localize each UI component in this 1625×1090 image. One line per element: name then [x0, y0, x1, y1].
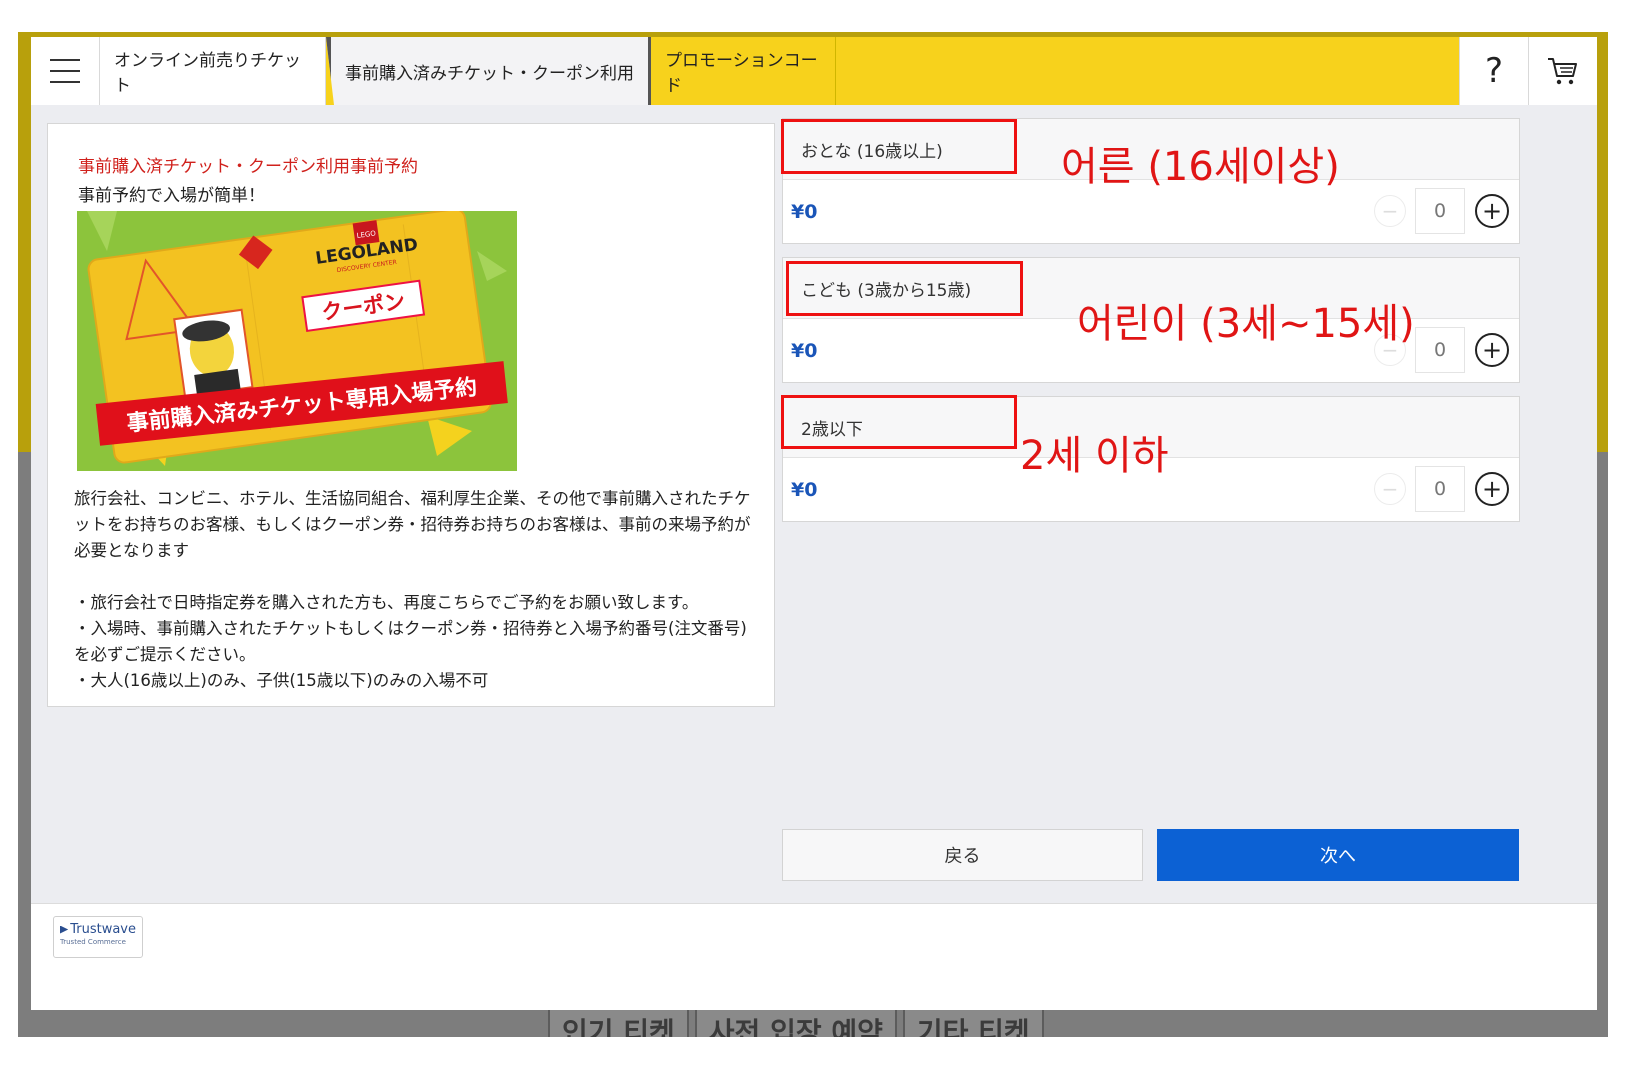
cart-icon	[1548, 58, 1577, 85]
decrement-button[interactable]: −	[1365, 461, 1415, 517]
trustwave-logo-icon	[60, 925, 69, 934]
minus-icon: −	[1374, 195, 1406, 227]
quantity-stepper: − 0 +	[1365, 183, 1519, 239]
menu-button[interactable]	[31, 37, 100, 105]
trustwave-name: Trustwave	[60, 922, 136, 937]
background-tab: 사전 입장 예약	[694, 1007, 897, 1037]
ticket-price: ¥0	[791, 201, 818, 223]
annotation-box	[781, 395, 1017, 449]
annotation-box	[786, 261, 1023, 316]
increment-button[interactable]: +	[1465, 461, 1519, 517]
plus-icon: +	[1475, 194, 1509, 228]
ticket-modal: オンライン前売りチケット 事前購入済みチケット・クーポン利用 プロモーションコー…	[31, 37, 1597, 1010]
back-button[interactable]: 戻る	[782, 829, 1143, 881]
next-button[interactable]: 次へ	[1157, 829, 1519, 881]
plus-icon: +	[1475, 333, 1509, 367]
info-note: ・入場時、事前購入されたチケットもしくはクーポン券・招待券と入場予約番号(注文番…	[74, 619, 747, 664]
background-tab: 기타 티켓	[902, 1007, 1044, 1037]
annotation-adult: 어른 (16세이상)	[1061, 144, 1340, 190]
tab-online-advance-ticket[interactable]: オンライン前売りチケット	[100, 37, 326, 105]
info-panel: 事前購入済チケット・クーポン利用事前予約 事前予約で入場が簡単！ LEGO LE…	[47, 123, 775, 707]
info-title: 事前購入済チケット・クーポン利用事前予約	[78, 157, 418, 177]
tab-prepurchased-coupon[interactable]: 事前購入済みチケット・クーポン利用	[326, 37, 648, 105]
annotation-infant: 2세 이하	[1020, 433, 1169, 479]
quantity-value[interactable]: 0	[1415, 188, 1465, 234]
quantity-stepper: − 0 +	[1365, 461, 1519, 517]
plus-icon: +	[1475, 472, 1509, 506]
coupon-illustration: LEGO LEGOLAND DISCOVERY CENTER クーポン 事前購入…	[77, 211, 517, 471]
trustwave-badge[interactable]: Trustwave Trusted Commerce	[53, 916, 143, 958]
hamburger-icon	[50, 81, 80, 83]
trustwave-name-text: Trustwave	[70, 922, 136, 937]
info-subtitle: 事前予約で入場が簡単！	[78, 186, 265, 206]
modal-footer: Trustwave Trusted Commerce	[31, 903, 1597, 1010]
info-body: 旅行会社、コンビニ、ホテル、生活協同組合、福利厚生企業、その他で事前購入されたチ…	[74, 486, 754, 694]
ticket-price: ¥0	[791, 340, 818, 362]
coupon-image: LEGO LEGOLAND DISCOVERY CENTER クーポン 事前購入…	[77, 211, 517, 471]
trustwave-sub: Trusted Commerce	[60, 938, 126, 946]
info-paragraph: 旅行会社、コンビニ、ホテル、生活協同組合、福利厚生企業、その他で事前購入されたチ…	[74, 489, 751, 560]
quantity-value[interactable]: 0	[1415, 327, 1465, 373]
increment-button[interactable]: +	[1465, 183, 1519, 239]
increment-button[interactable]: +	[1465, 322, 1519, 378]
annotation-child: 어린이 (3세~15세)	[1077, 301, 1415, 347]
cart-button[interactable]	[1528, 37, 1597, 105]
top-bar: オンライン前売りチケット 事前購入済みチケット・クーポン利用 プロモーションコー…	[31, 37, 1597, 105]
hamburger-icon	[50, 59, 80, 61]
info-note: ・大人(16歳以上)のみ、子供(15歳以下)のみの入場不可	[74, 671, 489, 690]
annotation-box	[781, 119, 1017, 174]
minus-icon: −	[1374, 473, 1406, 505]
help-button[interactable]: ?	[1459, 37, 1528, 105]
ticket-price: ¥0	[791, 479, 818, 501]
background-tab: 인기 티켓	[548, 1007, 689, 1037]
tab-promotion-code[interactable]: プロモーションコード	[648, 37, 836, 105]
background-tabs: 인기 티켓 사전 입장 예약 기타 티켓	[548, 1007, 1044, 1037]
help-icon: ?	[1484, 51, 1504, 91]
info-note: ・旅行会社で日時指定券を購入された方も、再度こちらでご予約をお願い致します。	[74, 593, 699, 612]
top-bar-spacer	[836, 37, 1459, 105]
hamburger-icon	[50, 70, 80, 72]
quantity-value[interactable]: 0	[1415, 466, 1465, 512]
decrement-button[interactable]: −	[1365, 183, 1415, 239]
